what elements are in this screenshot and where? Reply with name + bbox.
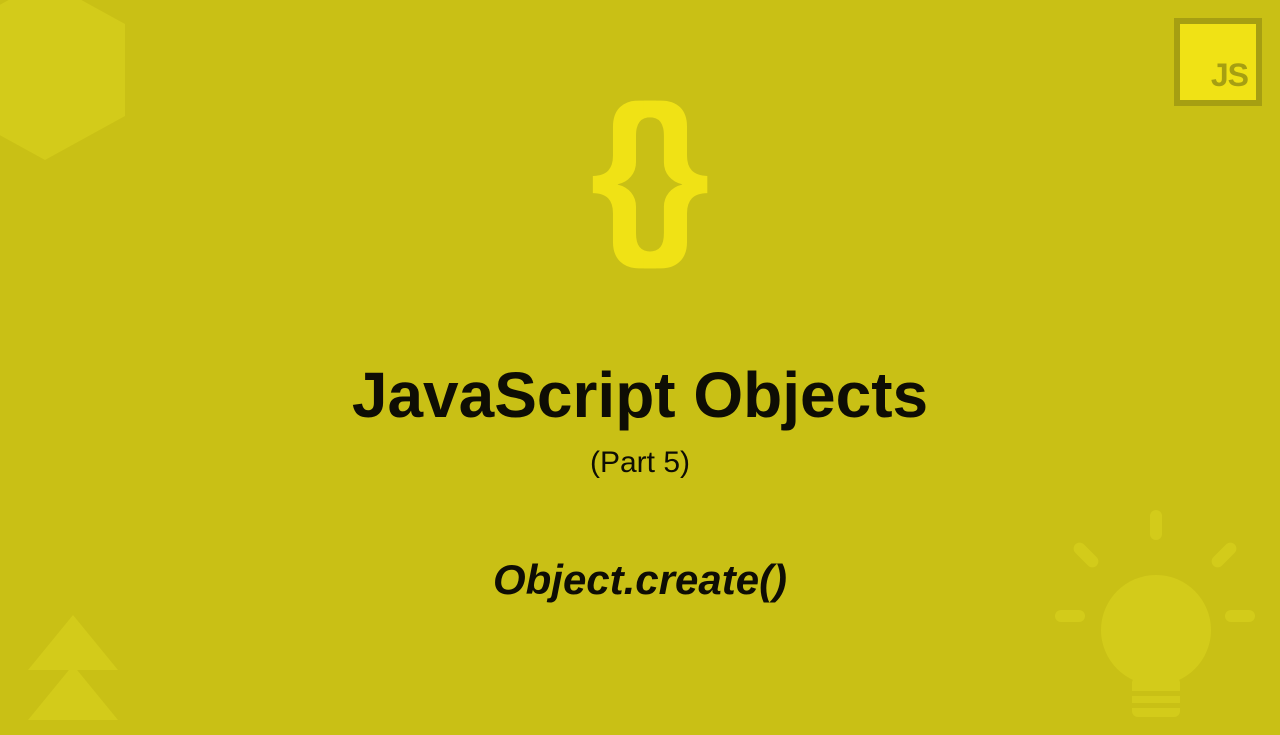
js-logo-text: JS <box>1211 57 1248 94</box>
lightbulb-icon <box>1050 505 1260 730</box>
method-name: Object.create() <box>493 556 787 604</box>
page-title: JavaScript Objects <box>352 358 928 432</box>
page-subtitle: (Part 5) <box>590 446 690 480</box>
curly-braces-icon: {} <box>590 80 690 260</box>
js-logo-badge: JS <box>1174 18 1262 106</box>
arrow-up-icon <box>18 610 128 735</box>
hexagon-decoration-icon <box>0 0 150 170</box>
